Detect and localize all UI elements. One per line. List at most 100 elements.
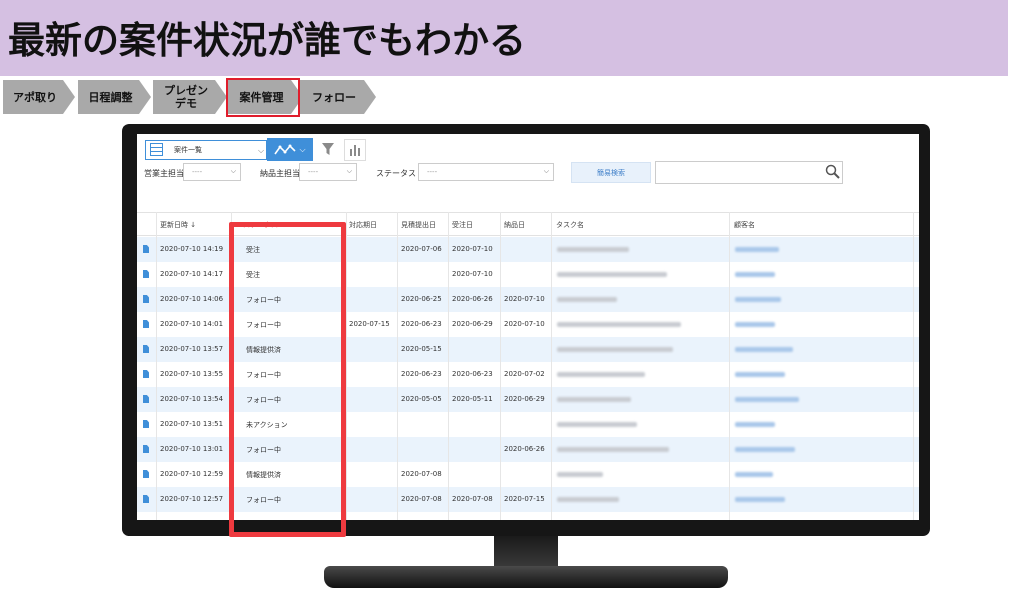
table-grid-icon: [150, 143, 163, 156]
document-icon[interactable]: [143, 420, 149, 428]
redacted-customer-link[interactable]: [735, 497, 785, 502]
sales-owner-select[interactable]: ---- ⌵: [183, 163, 241, 181]
redacted-task-name: [557, 347, 673, 352]
process-flow: アポ取り 日程調整 プレゼン デモ 案件管理 フォロー: [3, 80, 383, 114]
redacted-customer-link[interactable]: [735, 322, 775, 327]
cell-quote: 2020-07-08: [401, 495, 442, 503]
cell-updated: 2020-07-10 14:17: [160, 270, 224, 278]
cell-updated: 2020-07-10 14:06: [160, 295, 224, 303]
status-filter-label: ステータス: [376, 169, 416, 178]
redacted-customer-link[interactable]: [735, 347, 793, 352]
search-input[interactable]: [655, 161, 843, 184]
document-icon[interactable]: [143, 445, 149, 453]
cell-order: 2020-05-11: [452, 395, 493, 403]
cell-quote: 2020-05-15: [401, 345, 442, 353]
flow-step-follow: フォロー: [300, 80, 376, 114]
cell-delivery: 2020-07-10: [504, 295, 545, 303]
redacted-customer-link[interactable]: [735, 297, 781, 302]
cell-order: 2020-06-29: [452, 320, 493, 328]
redacted-task-name: [557, 472, 603, 477]
quick-search-button[interactable]: 簡易検索: [571, 162, 651, 183]
page-title: 最新の案件状況が誰でもわかる: [8, 19, 526, 62]
cell-delivery: 2020-07-10: [504, 320, 545, 328]
redacted-customer-link[interactable]: [735, 247, 779, 252]
cell-order: 2020-06-26: [452, 295, 493, 303]
col-delivery[interactable]: 納品日: [504, 220, 525, 230]
col-quote[interactable]: 見積提出日: [401, 220, 436, 230]
cell-quote: 2020-06-23: [401, 320, 442, 328]
col-task[interactable]: タスク名: [556, 220, 584, 230]
title-band: 最新の案件状況が誰でもわかる: [0, 0, 1008, 76]
chevron-down-icon: ⌵: [299, 144, 306, 154]
cell-quote: 2020-05-05: [401, 395, 442, 403]
cell-updated: 2020-07-10 13:55: [160, 370, 224, 378]
status-filter-value: ----: [427, 168, 438, 176]
redacted-task-name: [557, 397, 631, 402]
document-icon[interactable]: [143, 495, 149, 503]
redacted-customer-link[interactable]: [735, 472, 773, 477]
view-select[interactable]: 案件一覧 ⌵: [145, 140, 267, 160]
redacted-customer-link[interactable]: [735, 372, 785, 377]
flow-step-presentation: プレゼン デモ: [153, 80, 227, 114]
cell-updated: 2020-07-10 12:57: [160, 495, 224, 503]
redacted-customer-link[interactable]: [735, 272, 775, 277]
cell-order: 2020-07-10: [452, 245, 493, 253]
cell-delivery: 2020-06-29: [504, 395, 545, 403]
chart-button[interactable]: [344, 139, 366, 161]
document-icon[interactable]: [143, 470, 149, 478]
cell-order: 2020-07-08: [452, 495, 493, 503]
document-icon[interactable]: [143, 270, 149, 278]
column-divider: [448, 212, 449, 520]
status-filter-select[interactable]: ---- ⌵: [418, 163, 554, 181]
redacted-task-name: [557, 422, 637, 427]
document-icon[interactable]: [143, 345, 149, 353]
col-customer[interactable]: 顧客名: [734, 220, 755, 230]
column-divider: [156, 212, 157, 520]
redacted-task-name: [557, 447, 669, 452]
cell-updated: 2020-07-10 13:54: [160, 395, 224, 403]
cell-updated: 2020-07-10 14:19: [160, 245, 224, 253]
chevron-down-icon: ⌵: [346, 167, 352, 175]
document-icon[interactable]: [143, 370, 149, 378]
redacted-customer-link[interactable]: [735, 397, 799, 402]
column-divider: [346, 212, 347, 520]
column-divider: [397, 212, 398, 520]
column-divider: [551, 212, 552, 520]
col-order[interactable]: 受注日: [452, 220, 473, 230]
status-column-highlight: [229, 222, 346, 537]
col-due[interactable]: 対応期日: [349, 220, 377, 230]
redacted-task-name: [557, 247, 629, 252]
document-icon[interactable]: [143, 395, 149, 403]
monitor-base: [324, 566, 728, 588]
cell-quote: 2020-07-06: [401, 245, 442, 253]
current-step-highlight: [226, 78, 300, 117]
view-select-value: 案件一覧: [174, 146, 202, 154]
column-divider: [913, 212, 914, 520]
redacted-task-name: [557, 372, 645, 377]
cell-quote: 2020-06-25: [401, 295, 442, 303]
cell-updated: 2020-07-10 14:01: [160, 320, 224, 328]
redacted-customer-link[interactable]: [735, 422, 775, 427]
col-updated[interactable]: 更新日時 ↓: [160, 220, 196, 230]
chevron-down-icon: ⌵: [230, 167, 236, 175]
redacted-task-name: [557, 272, 667, 277]
magnifier-icon[interactable]: [825, 164, 841, 180]
monitor-neck: [494, 536, 558, 568]
redacted-task-name: [557, 322, 681, 327]
cell-updated: 2020-07-10 13:51: [160, 420, 224, 428]
cell-order: 2020-06-23: [452, 370, 493, 378]
redacted-customer-link[interactable]: [735, 447, 795, 452]
document-icon[interactable]: [143, 245, 149, 253]
chevron-down-icon: ⌵: [258, 146, 265, 155]
document-icon[interactable]: [143, 320, 149, 328]
filter-button[interactable]: [318, 139, 338, 159]
column-divider: [500, 212, 501, 520]
cell-updated: 2020-07-10 12:59: [160, 470, 224, 478]
document-icon[interactable]: [143, 295, 149, 303]
graph-view-button[interactable]: ⌵: [267, 138, 313, 161]
delivery-owner-select[interactable]: ---- ⌵: [299, 163, 357, 181]
funnel-icon: [322, 143, 334, 155]
sales-owner-value: ----: [192, 168, 203, 176]
bar-chart-icon: [350, 145, 360, 156]
flow-step-appointment: アポ取り: [3, 80, 75, 114]
